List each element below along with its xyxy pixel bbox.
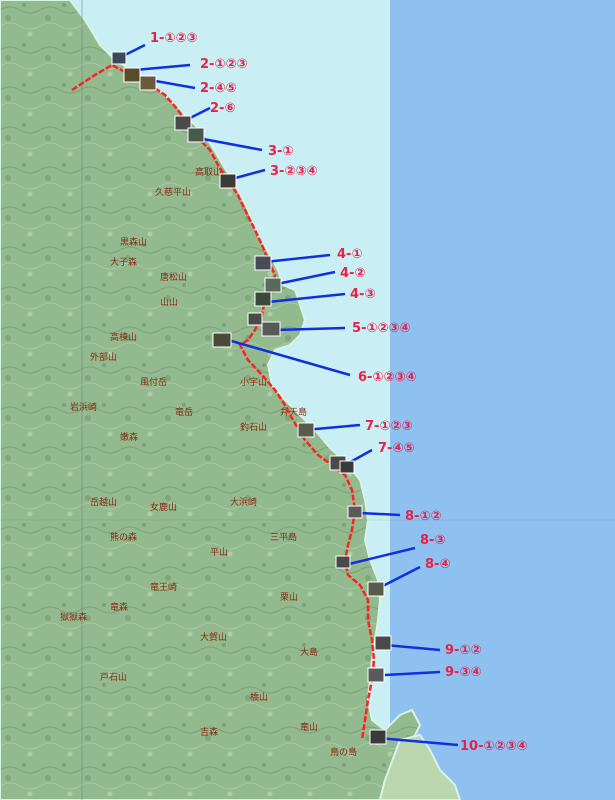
route-label: 8-①②: [405, 509, 441, 524]
place-name: 大浜崎: [230, 496, 257, 508]
photo-thumbnail[interactable]: [219, 173, 237, 189]
place-name: 三平島: [270, 531, 297, 543]
place-name: 久慈平山: [155, 186, 191, 198]
photo-thumbnail[interactable]: [297, 422, 315, 438]
route-label: 1-①②③: [150, 31, 197, 46]
place-name: 女鹿山: [150, 501, 177, 513]
route-label: 4-③: [350, 287, 375, 302]
photo-thumbnail[interactable]: [254, 255, 272, 271]
place-name: 竜森: [110, 601, 128, 613]
place-name: 高棟山: [110, 331, 137, 343]
route-label: 2-①②③: [200, 57, 247, 72]
route-label: 7-④⑤: [378, 441, 414, 456]
place-name: 戸石山: [100, 672, 127, 683]
photo-thumbnail[interactable]: [212, 332, 232, 348]
photo-thumbnail[interactable]: [264, 277, 282, 293]
photo-thumbnail[interactable]: [369, 729, 387, 745]
place-name: 大島: [300, 646, 318, 658]
photo-thumbnail[interactable]: [347, 505, 363, 519]
place-name: 大賀山: [200, 631, 227, 643]
place-name: 鳥の島: [330, 746, 357, 758]
place-name: 竜岳: [175, 406, 193, 418]
route-label: 8-④: [425, 557, 450, 572]
photo-thumbnail[interactable]: [139, 75, 157, 91]
place-name: 栗山: [280, 592, 298, 603]
route-label: 7-①②③: [365, 419, 412, 434]
route-label: 3-①: [268, 144, 293, 159]
route-label: 3-②③④: [270, 164, 317, 179]
place-name: 弁天島: [280, 406, 307, 418]
route-label: 8-③: [420, 533, 445, 548]
photo-thumbnail[interactable]: [261, 321, 281, 337]
place-name: 平山: [210, 547, 228, 558]
place-name: 竜王崎: [150, 581, 177, 593]
place-name: 橋山: [250, 691, 268, 703]
place-name: 山山: [160, 297, 178, 308]
photo-thumbnail[interactable]: [123, 67, 141, 83]
route-label: 2-⑥: [210, 101, 235, 116]
photo-thumbnail[interactable]: [367, 667, 385, 683]
place-name: 大子森: [110, 256, 137, 268]
photo-thumbnail[interactable]: [187, 127, 205, 143]
place-name: 唐松山: [160, 271, 187, 283]
place-name: 熊の森: [110, 531, 137, 543]
place-name: 竜山: [300, 721, 318, 733]
photo-thumbnail[interactable]: [367, 581, 385, 597]
photo-thumbnail[interactable]: [339, 460, 355, 474]
place-name: 獄獄森: [60, 611, 87, 623]
place-name: 黒森山: [120, 236, 147, 248]
photo-thumbnail[interactable]: [335, 555, 351, 569]
place-name: 吉森: [200, 726, 218, 738]
photo-thumbnail[interactable]: [374, 635, 392, 651]
place-name: 岩浜崎: [70, 401, 97, 413]
route-label: 9-③④: [445, 665, 481, 680]
route-label: 4-①: [337, 247, 362, 262]
photo-thumbnail[interactable]: [111, 51, 127, 65]
map: 高取山久慈平山黒森山大子森唐松山山山高棟山風付岳 小宇山竜岳岩浜崎嫩森外部山釣石山…: [0, 0, 615, 800]
place-name: 釣石山: [240, 421, 267, 433]
route-label: 5-①②③④: [352, 321, 410, 336]
route-label: 10-①②③④: [460, 739, 528, 754]
photo-thumbnail[interactable]: [247, 312, 263, 326]
route-label: 6-①②③④: [358, 370, 416, 385]
route-label: 2-④⑤: [200, 81, 236, 96]
photo-thumbnail[interactable]: [254, 291, 272, 307]
place-name: 岳越山: [90, 496, 117, 508]
place-name: 高取山: [195, 166, 222, 178]
place-name: 外部山: [90, 351, 117, 363]
route-label: 9-①②: [445, 643, 481, 658]
route-label: 4-②: [340, 266, 365, 281]
place-name: 嫩森: [120, 431, 138, 443]
place-name: 風付岳: [140, 376, 167, 388]
